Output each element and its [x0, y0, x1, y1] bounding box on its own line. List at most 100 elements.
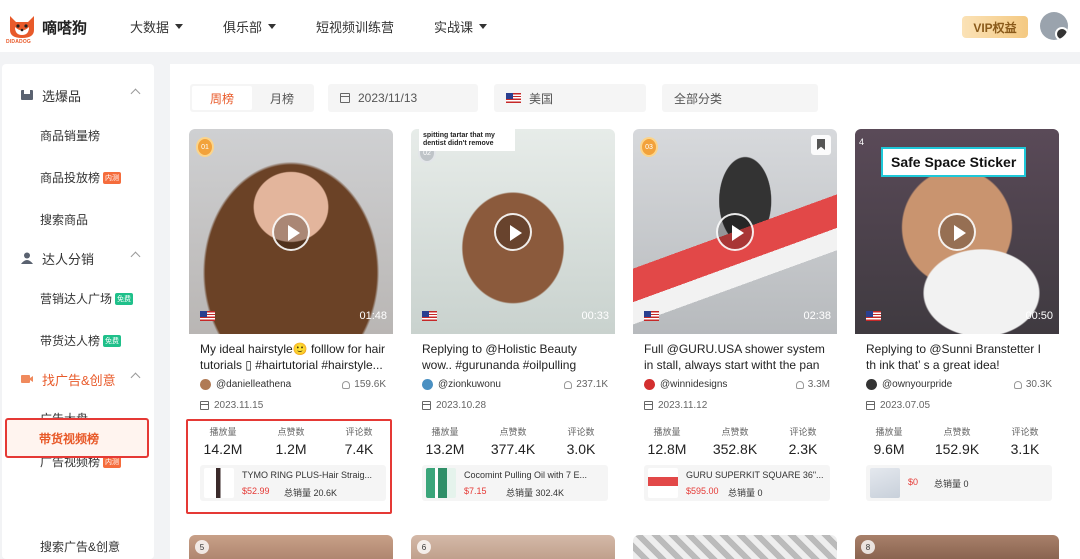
publish-date: 2023.11.12 [644, 400, 707, 411]
sidebar-item-sales-videos[interactable]: 带货视频榜 [5, 418, 149, 458]
video-card[interactable]: 6 [411, 535, 615, 559]
sidebar-item-product-sales[interactable]: 商品销量榜 [40, 127, 100, 144]
sidebar-item-search-products[interactable]: 搜索商品 [40, 211, 88, 228]
video-card[interactable]: 5 [189, 535, 393, 559]
logo-text[interactable]: 嘀嗒狗 [42, 17, 87, 38]
video-card[interactable]: 01 01:48 My ideal hairstyle🙂 folllow for… [189, 129, 393, 517]
nav-course[interactable]: 实战课 [434, 17, 488, 36]
product-box[interactable]: TYMO RING PLUS-Hair Straig... $52.99 总销量… [200, 465, 386, 501]
dog-logo-icon[interactable] [6, 10, 38, 42]
calendar-icon [200, 401, 209, 410]
sidebar-section-products[interactable]: 选爆品 [2, 80, 154, 110]
play-icon[interactable] [272, 213, 310, 251]
video-card[interactable]: 02 spitting tartar that my dentist didn'… [411, 129, 615, 517]
calendar-icon [644, 401, 653, 410]
product-image [426, 468, 456, 498]
us-flag-icon [506, 93, 521, 103]
video-card[interactable]: 03 02:38 Full @GURU.USA shower system in… [633, 129, 837, 517]
video-title[interactable]: Full @GURU.USA shower system in stall, a… [644, 341, 830, 373]
calendar-icon [340, 93, 350, 103]
free-badge: 免费 [115, 292, 134, 305]
video-duration: 02:38 [803, 310, 831, 322]
product-image [648, 468, 678, 498]
sidebar-item-search-ads[interactable]: 搜索广告&创意 [40, 538, 120, 555]
stats-row: 播放量 13.2M 点赞数 377.4K 评论数 3.0K [411, 425, 615, 465]
category-select[interactable]: 全部分类 [662, 84, 818, 112]
author-row[interactable]: @zionkuwonu 237.1K [422, 379, 608, 390]
caret-down-icon [268, 23, 277, 29]
bookmark-icon[interactable] [811, 135, 831, 155]
stats-row: 播放量 9.6M 点赞数 152.9K 评论数 3.1K [855, 425, 1059, 465]
likes-value: 377.4K [490, 441, 536, 457]
video-duration: 00:33 [581, 310, 609, 322]
video-title[interactable]: My ideal hairstyle🙂 folllow for hair tut… [200, 341, 386, 373]
nav-video-training[interactable]: 短视频训练营 [316, 17, 394, 36]
video-duration: 00:50 [1025, 310, 1053, 322]
top-header: 嘀嗒狗 DIDADOG 大数据 俱乐部 短视频训练营 实战课 VIP权益 [0, 0, 1080, 52]
plays-value: 14.2M [203, 441, 243, 457]
main-nav: 大数据 俱乐部 短视频训练营 实战课 [130, 0, 527, 52]
publish-date: 2023.07.05 [866, 400, 930, 411]
nav-big-data[interactable]: 大数据 [130, 17, 184, 36]
box-icon [21, 90, 33, 100]
video-card[interactable]: 4 Safe Space Sticker 00:50 Replying to @… [855, 129, 1059, 517]
sidebar-item-influencer-rank[interactable]: 带货达人榜 免费 [40, 332, 122, 349]
vip-button[interactable]: VIP权益 [962, 16, 1028, 38]
user-avatar[interactable] [1040, 12, 1068, 40]
stats-row: 播放量 14.2M 点赞数 1.2M 评论数 7.4K [189, 425, 393, 465]
product-box[interactable]: Cocomint Pulling Oil with 7 E... $7.15 总… [422, 465, 608, 501]
region-select[interactable]: 美国 [494, 84, 646, 112]
author-row[interactable]: @winnidesigns 3.3M [644, 379, 830, 390]
author-avatar [422, 379, 433, 390]
video-card[interactable]: 8 [855, 535, 1059, 559]
sidebar-section-influencers[interactable]: 达人分销 [2, 243, 154, 273]
calendar-icon [866, 401, 875, 410]
video-title[interactable]: Replying to @Sunni Branstetter I th ink … [866, 341, 1052, 373]
video-duration: 01:48 [359, 310, 387, 322]
product-box[interactable]: GURU SUPERKIT SQUARE 36"... $595.00 总销量 … [644, 465, 830, 501]
free-badge: 免费 [103, 334, 122, 347]
play-icon[interactable] [494, 213, 532, 251]
rank-medal-icon: 01 [196, 137, 214, 157]
sidebar-item-influencer-square[interactable]: 营销达人广场 免费 [40, 290, 134, 307]
video-icon [21, 375, 33, 383]
calendar-icon [422, 401, 431, 410]
publish-date: 2023.11.15 [200, 400, 263, 411]
nav-club[interactable]: 俱乐部 [223, 17, 277, 36]
play-icon[interactable] [716, 213, 754, 251]
likes-value: 152.9K [934, 441, 980, 457]
chevron-up-icon [130, 88, 141, 99]
us-flag-icon [200, 311, 215, 321]
followers-icon [564, 380, 573, 389]
product-image-placeholder-icon [870, 468, 900, 498]
followers-icon [795, 380, 804, 389]
author-row[interactable]: @danielleathena 159.6K [200, 379, 386, 390]
video-title[interactable]: Replying to @Holistic Beauty wow.. #guru… [422, 341, 608, 373]
product-box[interactable]: $0 总销量 0 [866, 465, 1052, 501]
author-row[interactable]: @ownyourpride 30.3K [866, 379, 1052, 390]
period-tabs: 周榜 月榜 [190, 84, 314, 112]
sidebar-section-ads[interactable]: 找广告&创意 [2, 364, 154, 394]
video-thumbnail[interactable]: 03 02:38 [633, 129, 837, 334]
sidebar-item-product-ads[interactable]: 商品投放榜 内测 [40, 169, 122, 186]
date-picker[interactable]: 2023/11/13 [328, 84, 478, 112]
video-thumbnail[interactable]: 4 Safe Space Sticker 00:50 [855, 129, 1059, 334]
video-card[interactable] [633, 535, 837, 559]
rank-number: 4 [859, 137, 865, 147]
tab-week[interactable]: 周榜 [192, 86, 252, 110]
followers-icon [1013, 380, 1022, 389]
product-price: $52.99 [242, 486, 270, 496]
us-flag-icon [422, 311, 437, 321]
author-avatar [200, 379, 211, 390]
person-icon [21, 252, 33, 264]
video-thumbnail[interactable]: 01 01:48 [189, 129, 393, 334]
play-icon[interactable] [938, 213, 976, 251]
us-flag-icon [866, 311, 881, 321]
comments-value: 7.4K [344, 441, 374, 457]
video-thumbnail[interactable]: 02 spitting tartar that my dentist didn'… [411, 129, 615, 334]
beta-badge: 内测 [103, 171, 122, 184]
plays-value: 12.8M [647, 441, 687, 457]
tab-month[interactable]: 月榜 [252, 86, 312, 110]
caret-down-icon [175, 23, 184, 29]
caret-down-icon [479, 23, 488, 29]
